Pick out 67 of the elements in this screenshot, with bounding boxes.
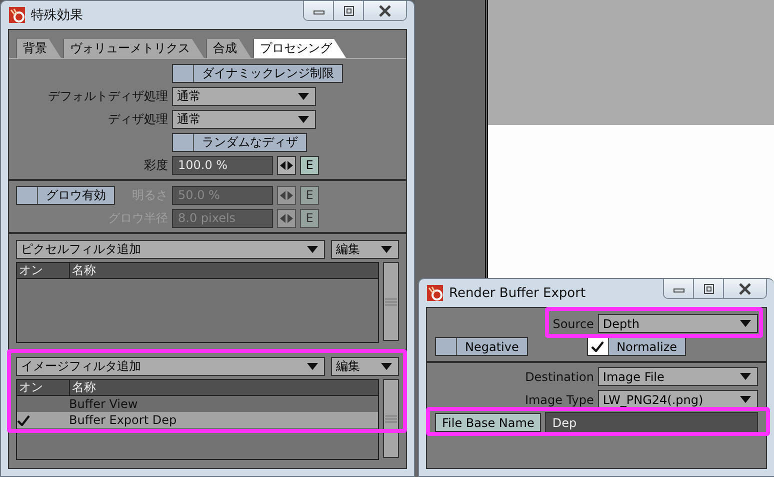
text-field[interactable]: Dep <box>545 412 758 433</box>
tab[interactable]: 背景 <box>16 39 61 58</box>
caret-icon <box>298 116 309 122</box>
close-button[interactable] <box>364 1 406 20</box>
window-title: Render Buffer Export <box>449 286 586 300</box>
caret-icon <box>381 246 392 253</box>
grip-icon <box>385 296 397 308</box>
file-base-name-button[interactable]: File Base Name <box>435 413 542 432</box>
app-logo-icon <box>9 7 25 23</box>
envelope-button[interactable]: E <box>300 156 319 174</box>
edit-dropdown[interactable]: 編集 <box>331 240 399 259</box>
caret-icon <box>307 246 318 253</box>
filter-name: Buffer Export Dep <box>68 413 177 427</box>
field-label: Source <box>552 316 594 330</box>
field-label: ディザ処理 <box>107 110 168 128</box>
maximize-button[interactable] <box>694 279 724 298</box>
minimize-button[interactable] <box>664 279 694 298</box>
filter-row[interactable]: Buffer Export Dep <box>17 412 378 428</box>
scrollbar[interactable] <box>383 379 399 458</box>
tab[interactable]: 合成 <box>206 39 251 58</box>
tab[interactable]: ヴォリューメトリクス <box>63 39 204 58</box>
toggle-button[interactable]: Negative <box>435 337 528 356</box>
toggle-button[interactable]: グロウ有効 <box>16 186 115 204</box>
dropdown[interactable]: 通常 <box>172 110 316 128</box>
toggle-button[interactable]: ランダムなディザ <box>172 132 307 152</box>
add-filter-dropdown[interactable]: ピクセルフィルタ追加 <box>16 240 325 259</box>
close-icon <box>378 4 392 16</box>
slider-arrows-icon[interactable] <box>277 156 296 174</box>
close-icon <box>738 282 752 294</box>
grip-icon <box>385 412 397 424</box>
dropdown[interactable]: Depth <box>598 314 758 333</box>
window-title: 特殊効果 <box>31 7 83 24</box>
column-header: オン <box>17 263 70 278</box>
filter-name: Buffer View <box>68 397 138 411</box>
dropdown[interactable]: 通常 <box>172 86 316 106</box>
add-filter-dropdown[interactable]: イメージフィルタ追加 <box>16 357 325 376</box>
app-logo-icon <box>427 285 443 301</box>
filter-row[interactable]: Buffer View <box>17 396 378 412</box>
caret-icon <box>307 363 318 370</box>
slider-arrows-icon[interactable] <box>277 186 296 204</box>
caret-icon <box>298 92 309 100</box>
toggle-button[interactable]: Normalize <box>586 337 686 356</box>
dropdown[interactable]: Image File <box>598 367 758 386</box>
check-icon <box>591 341 604 352</box>
field-label: Image Type <box>524 392 594 406</box>
caret-icon <box>381 363 392 370</box>
close-button[interactable] <box>724 279 766 298</box>
edit-dropdown[interactable]: 編集 <box>331 357 399 376</box>
caret-icon <box>740 396 751 403</box>
minimize-button[interactable] <box>304 1 334 20</box>
column-header: オン <box>17 380 70 395</box>
caret-icon <box>740 373 751 380</box>
maximize-icon <box>342 6 354 16</box>
maximize-button[interactable] <box>334 1 364 20</box>
toggle-button[interactable]: ダイナミックレンジ制限 <box>172 64 343 82</box>
field-label: 彩度 <box>143 156 168 174</box>
check-icon <box>17 414 30 426</box>
column-header: 名称 <box>71 263 96 278</box>
number-field[interactable]: 100.0 % <box>172 156 273 174</box>
slider-arrows-icon[interactable] <box>277 208 296 228</box>
field-label: デフォルトディザ処理 <box>47 88 168 104</box>
scrollbar[interactable] <box>383 262 399 341</box>
field-label: Destination <box>524 370 594 384</box>
tab[interactable]: プロセシング <box>253 39 346 58</box>
column-header: 名称 <box>71 380 96 395</box>
caret-icon <box>740 320 751 327</box>
maximize-icon <box>702 284 714 294</box>
